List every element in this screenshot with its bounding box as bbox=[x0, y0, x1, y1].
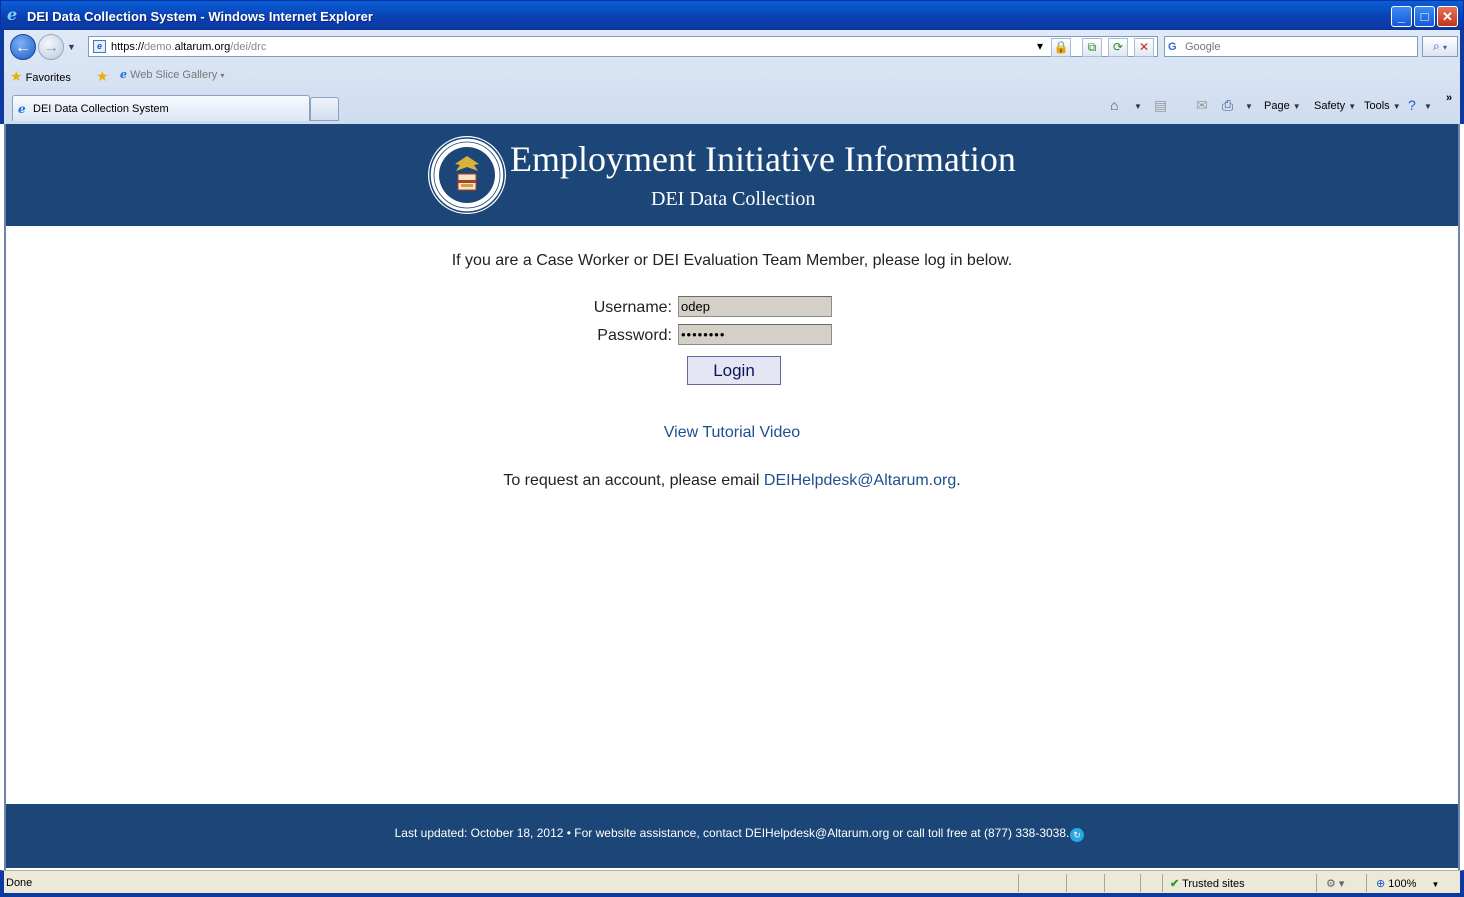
help-icon[interactable]: ? bbox=[1408, 97, 1416, 113]
feeds-icon[interactable]: ▤ bbox=[1154, 97, 1167, 114]
star-icon: ★ bbox=[10, 68, 23, 84]
request-account-text: To request an account, please email DEIH… bbox=[6, 472, 1458, 490]
stop-icon[interactable]: ✕ bbox=[1134, 38, 1154, 57]
check-icon: ✔ bbox=[1170, 878, 1180, 890]
security-zone[interactable]: ✔ Trusted sites bbox=[1170, 877, 1245, 890]
request-account-label: To request an account, please email bbox=[503, 472, 760, 489]
refresh-icon[interactable]: ⟳ bbox=[1108, 38, 1128, 57]
ie-logo-icon: e bbox=[7, 5, 18, 24]
favorites-button[interactable]: ★ Favorites bbox=[10, 68, 71, 85]
maximize-button[interactable]: □ bbox=[1414, 6, 1435, 27]
tab-label: DEI Data Collection System bbox=[33, 103, 169, 115]
page-icon: e bbox=[93, 40, 106, 53]
window-title: DEI Data Collection System - Windows Int… bbox=[27, 9, 373, 24]
cursor-busy-icon: ↻ bbox=[1070, 828, 1084, 842]
status-bar: Done ✔ Trusted sites ⚙ ▾ ⊕ 100% ▼ bbox=[0, 870, 1464, 897]
username-label: Username: bbox=[593, 299, 672, 316]
helpdesk-email-link[interactable]: DEIHelpdesk@Altarum.org bbox=[764, 472, 956, 489]
window-titlebar: e DEI Data Collection System - Windows I… bbox=[0, 0, 1464, 30]
tools-menu[interactable]: Tools ▼ bbox=[1364, 100, 1401, 112]
search-button[interactable]: ⌕ ▾ bbox=[1422, 36, 1458, 57]
request-period: . bbox=[956, 472, 961, 489]
username-field[interactable] bbox=[678, 296, 832, 317]
mail-icon[interactable]: ✉ bbox=[1196, 97, 1208, 114]
address-bar[interactable]: e https://demo.altarum.org/dei/drc bbox=[88, 36, 1158, 57]
password-field[interactable] bbox=[678, 324, 832, 345]
page-viewport: Employment Initiative Information DEI Da… bbox=[4, 124, 1460, 870]
zoom-level[interactable]: ⊕ 100% ▼ bbox=[1376, 877, 1439, 890]
back-button[interactable]: ← bbox=[10, 34, 36, 60]
address-dropdown-icon[interactable]: ▾ bbox=[1030, 38, 1050, 57]
search-input[interactable] bbox=[1185, 39, 1405, 54]
web-slice-gallery-link[interactable]: e Web Slice Gallery ▾ bbox=[120, 68, 224, 81]
address-url[interactable]: https://demo.altarum.org/dei/drc bbox=[111, 41, 266, 53]
tab-ie-icon: e bbox=[18, 102, 26, 116]
zoom-icon: ⊕ bbox=[1376, 878, 1386, 890]
google-icon: G bbox=[1168, 41, 1177, 53]
search-icon: ⌕ bbox=[1432, 39, 1440, 53]
tutorial-video-link[interactable]: View Tutorial Video bbox=[6, 424, 1458, 442]
login-button[interactable]: Login bbox=[687, 356, 781, 385]
safety-menu[interactable]: Safety ▼ bbox=[1314, 100, 1356, 112]
tab-row: e DEI Data Collection System ⌂ ▼ ▤ ✉ ⎙ ▼… bbox=[4, 92, 1460, 124]
lock-icon[interactable]: 🔒 bbox=[1051, 38, 1071, 57]
site-title: Employment Initiative Information bbox=[510, 139, 1016, 179]
password-label: Password: bbox=[597, 327, 672, 344]
department-of-labor-seal bbox=[428, 136, 506, 214]
compatibility-view-icon[interactable]: ⧉ bbox=[1082, 38, 1102, 57]
chevron-more-icon[interactable]: » bbox=[1446, 92, 1452, 104]
footer-text: Last updated: October 18, 2012 • For web… bbox=[394, 826, 1070, 840]
site-subtitle: DEI Data Collection bbox=[651, 188, 816, 210]
forward-button[interactable]: → bbox=[38, 34, 64, 60]
new-tab-button[interactable] bbox=[310, 97, 339, 121]
add-favorites-icon[interactable]: ★ bbox=[96, 68, 109, 85]
favorites-bar: ★ Favorites ★ e Web Slice Gallery ▾ bbox=[4, 62, 1460, 90]
close-button[interactable]: ✕ bbox=[1437, 6, 1458, 27]
status-text: Done bbox=[6, 877, 33, 889]
site-footer: Last updated: October 18, 2012 • For web… bbox=[6, 804, 1458, 868]
protected-mode-icon[interactable]: ⚙ ▾ bbox=[1326, 877, 1344, 890]
search-box[interactable]: G bbox=[1164, 36, 1418, 57]
home-icon[interactable]: ⌂ bbox=[1110, 97, 1118, 113]
login-intro-text: If you are a Case Worker or DEI Evaluati… bbox=[451, 252, 1013, 269]
recent-pages-dropdown-icon[interactable]: ▼ bbox=[67, 42, 76, 52]
minimize-button[interactable]: _ bbox=[1391, 6, 1412, 27]
web-slice-icon: e bbox=[120, 68, 127, 81]
print-icon[interactable]: ⎙ bbox=[1222, 97, 1233, 114]
page-menu[interactable]: Page ▼ bbox=[1264, 100, 1301, 112]
tab-dei-data-collection[interactable]: e DEI Data Collection System bbox=[12, 95, 310, 121]
site-banner: Employment Initiative Information DEI Da… bbox=[6, 124, 1458, 226]
